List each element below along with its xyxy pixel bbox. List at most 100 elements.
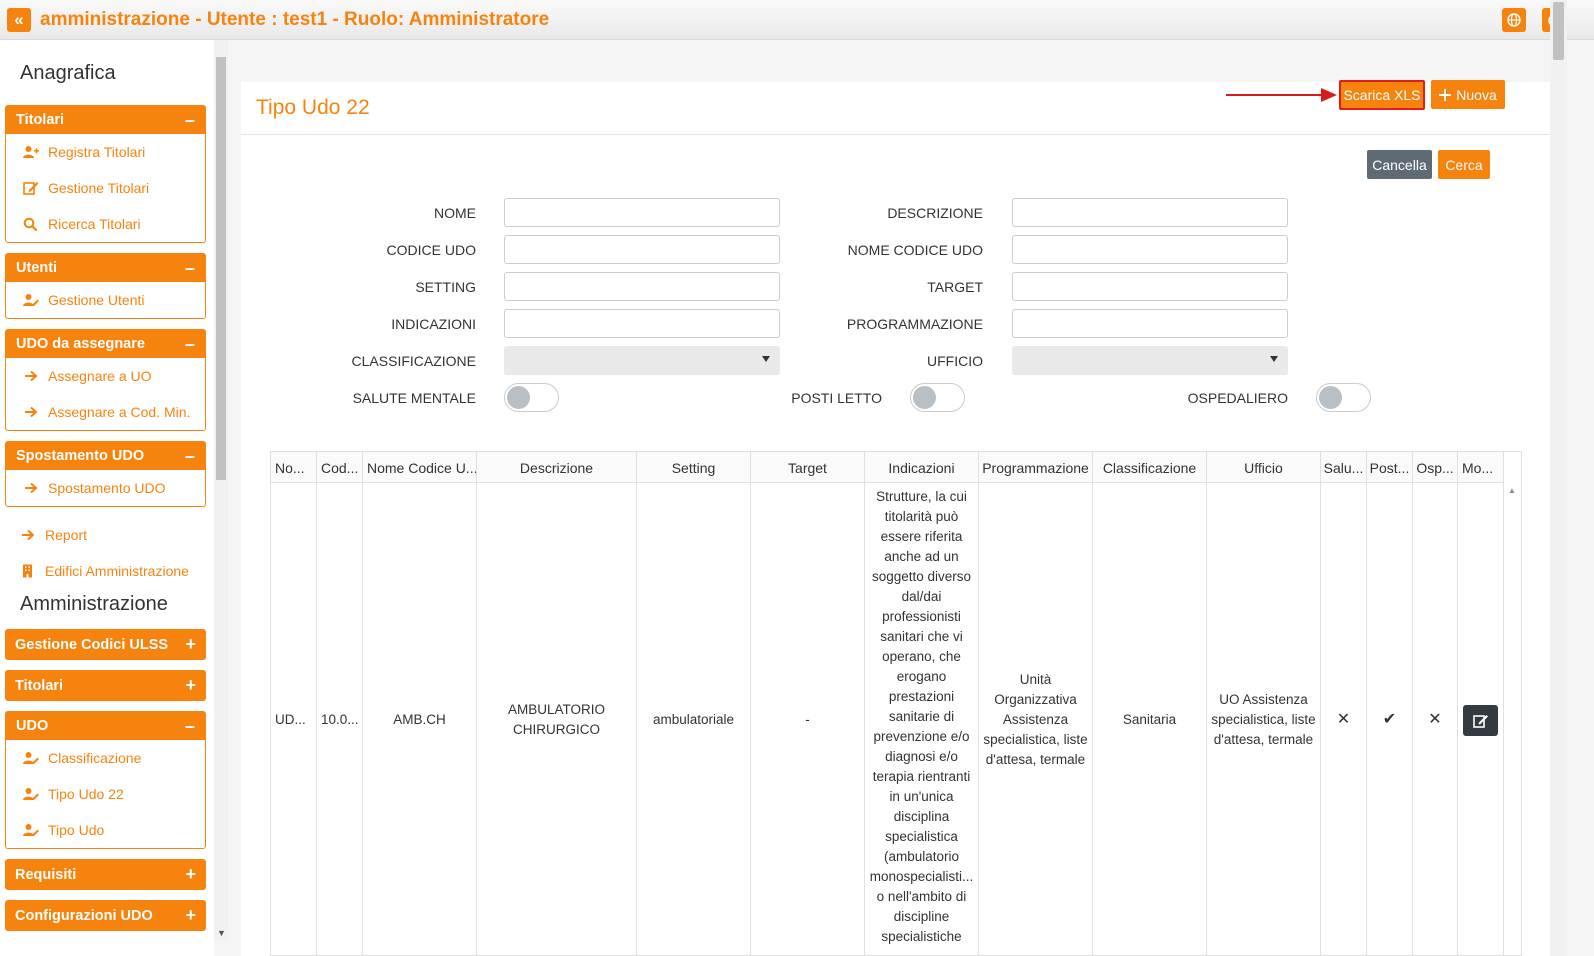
nome-codice-udo-input[interactable] <box>1012 235 1288 264</box>
group-titolari: Titolari – Registra Titolari Gestione Tit… <box>5 105 206 243</box>
cancel-button[interactable]: Cancella <box>1367 150 1432 179</box>
label-nome: NOME <box>434 205 476 221</box>
group-header-requisiti[interactable]: Requisiti + <box>5 859 206 890</box>
sidebar-item-edifici-amministrazione[interactable]: Edifici Amministrazione <box>0 553 214 589</box>
edit-row-button[interactable] <box>1463 704 1498 736</box>
codice-udo-input[interactable] <box>504 235 780 264</box>
sidebar-item-tipo-udo[interactable]: Tipo Udo <box>6 812 205 848</box>
user-add-icon <box>23 146 39 158</box>
collapse-icon: – <box>184 333 195 354</box>
arrow-right-icon <box>25 406 38 418</box>
sidebar-item-assegnare-uo[interactable]: Assegnare a UO <box>6 358 205 394</box>
column-header-descrizione[interactable]: Descrizione <box>477 452 637 483</box>
globe-icon[interactable] <box>1502 8 1526 32</box>
cell-posti-letto-check-icon: ✔ <box>1367 483 1413 955</box>
column-header-ospedaliero[interactable]: Osp... <box>1413 452 1458 483</box>
programmazione-input[interactable] <box>1012 309 1288 338</box>
group-header-configurazioni-udo[interactable]: Configurazioni UDO + <box>5 900 206 931</box>
column-header-codice[interactable]: Cod... <box>317 452 363 483</box>
column-header-posti-letto[interactable]: Post... <box>1367 452 1413 483</box>
cell-ospedaliero-cross-icon: ✕ <box>1413 483 1458 955</box>
group-udo: UDO – Classificazione Tipo Udo 22 Tipo Ud… <box>5 711 206 849</box>
group-header-udo[interactable]: UDO – <box>6 712 205 740</box>
column-header-modifica[interactable]: Mo... <box>1458 452 1504 483</box>
arrow-right-icon <box>25 482 38 494</box>
sidebar-item-classificazione[interactable]: Classificazione <box>6 740 205 776</box>
ospedaliero-toggle[interactable] <box>1316 383 1371 412</box>
column-header-ufficio[interactable]: Ufficio <box>1207 452 1321 483</box>
label-ufficio: UFFICIO <box>927 353 983 369</box>
cell-target: - <box>751 483 865 955</box>
cell-setting: ambulatoriale <box>637 483 751 955</box>
table-scrollbar[interactable]: ▲ <box>1504 483 1521 955</box>
sidebar-item-registra-titolari[interactable]: Registra Titolari <box>6 134 205 170</box>
sidebar-item-gestione-titolari[interactable]: Gestione Titolari <box>6 170 205 206</box>
descrizione-input[interactable] <box>1012 198 1288 227</box>
scroll-up-icon[interactable]: ▲ <box>1508 486 1516 495</box>
column-header-indicazioni[interactable]: Indicazioni <box>865 452 979 483</box>
group-udo-da-assegnare: UDO da assegnare – Assegnare a UO Assegna… <box>5 329 206 431</box>
sidebar-item-gestione-utenti[interactable]: Gestione Utenti <box>6 282 205 318</box>
edit-icon <box>1472 714 1488 728</box>
user-edit-icon <box>23 824 39 836</box>
target-input[interactable] <box>1012 272 1288 301</box>
divider <box>241 134 1550 135</box>
search-button[interactable]: Cerca <box>1438 150 1490 179</box>
group-header-udo-da-assegnare[interactable]: UDO da assegnare – <box>6 330 205 358</box>
sidebar-item-spostamento-udo[interactable]: Spostamento UDO <box>6 470 205 506</box>
table-header: No... Cod... Nome Codice U... Descrizion… <box>271 452 1504 483</box>
sidebar-scrollbar[interactable]: ▼ <box>214 40 228 940</box>
group-utenti: Utenti – Gestione Utenti <box>5 253 206 319</box>
column-header-classificazione[interactable]: Classificazione <box>1093 452 1207 483</box>
scroll-down-icon[interactable]: ▼ <box>217 928 226 938</box>
cell-programmazione: Unità Organizzativa Assistenza specialis… <box>979 483 1093 955</box>
group-header-spostamento-udo[interactable]: Spostamento UDO – <box>6 442 205 470</box>
label-programmazione: PROGRAMMAZIONE <box>846 316 983 332</box>
group-header-utenti[interactable]: Utenti – <box>6 254 205 282</box>
plus-icon <box>1439 88 1452 101</box>
nome-input[interactable] <box>504 198 780 227</box>
label-indicazioni: INDICAZIONI <box>391 316 476 332</box>
group-header-titolari-admin[interactable]: Titolari + <box>5 670 206 701</box>
cell-nome: UD... <box>271 483 317 955</box>
column-header-target[interactable]: Target <box>751 452 865 483</box>
label-descrizione: DESCRIZIONE <box>887 205 983 221</box>
column-header-programmazione[interactable]: Programmazione <box>979 452 1093 483</box>
sidebar-item-ricerca-titolari[interactable]: Ricerca Titolari <box>6 206 205 242</box>
column-header-nome-codice[interactable]: Nome Codice U... <box>363 452 477 483</box>
main-content: Tipo Udo 22 Scarica XLS Nuova Cancella C… <box>228 40 1550 956</box>
cell-classificazione: Sanitaria <box>1093 483 1207 955</box>
ufficio-select[interactable] <box>1012 346 1288 375</box>
sidebar-item-tipo-udo-22[interactable]: Tipo Udo 22 <box>6 776 205 812</box>
sidebar-scrollbar-thumb[interactable] <box>216 57 226 480</box>
new-button[interactable]: Nuova <box>1431 80 1505 109</box>
sidebar-item-report[interactable]: Report <box>0 517 214 553</box>
chevron-down-icon <box>1270 356 1278 362</box>
page-scrollbar[interactable] <box>1550 0 1567 956</box>
cell-salute-mentale-cross-icon: ✕ <box>1321 483 1367 955</box>
arrow-right-icon <box>22 529 35 541</box>
posti-letto-toggle[interactable] <box>910 383 965 412</box>
expand-icon: + <box>185 675 196 695</box>
download-xls-button[interactable]: Scarica XLS <box>1339 80 1425 110</box>
edit-icon <box>23 182 39 195</box>
toggle-knob <box>913 386 936 409</box>
column-header-nome[interactable]: No... <box>271 452 317 483</box>
column-header-setting[interactable]: Setting <box>637 452 751 483</box>
expand-icon: + <box>185 864 196 884</box>
page-scrollbar-thumb[interactable] <box>1553 2 1564 60</box>
building-icon <box>23 564 32 578</box>
cell-nome-codice: AMB.CH <box>363 483 477 955</box>
group-header-titolari[interactable]: Titolari – <box>6 106 205 134</box>
sidebar-item-assegnare-cod-min[interactable]: Assegnare a Cod. Min. <box>6 394 205 430</box>
setting-input[interactable] <box>504 272 780 301</box>
classificazione-select[interactable] <box>504 346 780 375</box>
column-header-salute-mentale[interactable]: Salu... <box>1321 452 1367 483</box>
arrow-right-icon <box>25 370 38 382</box>
collapse-sidebar-button[interactable]: « <box>7 7 31 32</box>
salute-mentale-toggle[interactable] <box>504 383 559 412</box>
indicazioni-input[interactable] <box>504 309 780 338</box>
cell-descrizione: AMBULATORIO CHIRURGICO <box>477 483 637 955</box>
group-header-gestione-codici-ulss[interactable]: Gestione Codici ULSS + <box>5 629 206 660</box>
annotation-arrow <box>1226 94 1322 96</box>
